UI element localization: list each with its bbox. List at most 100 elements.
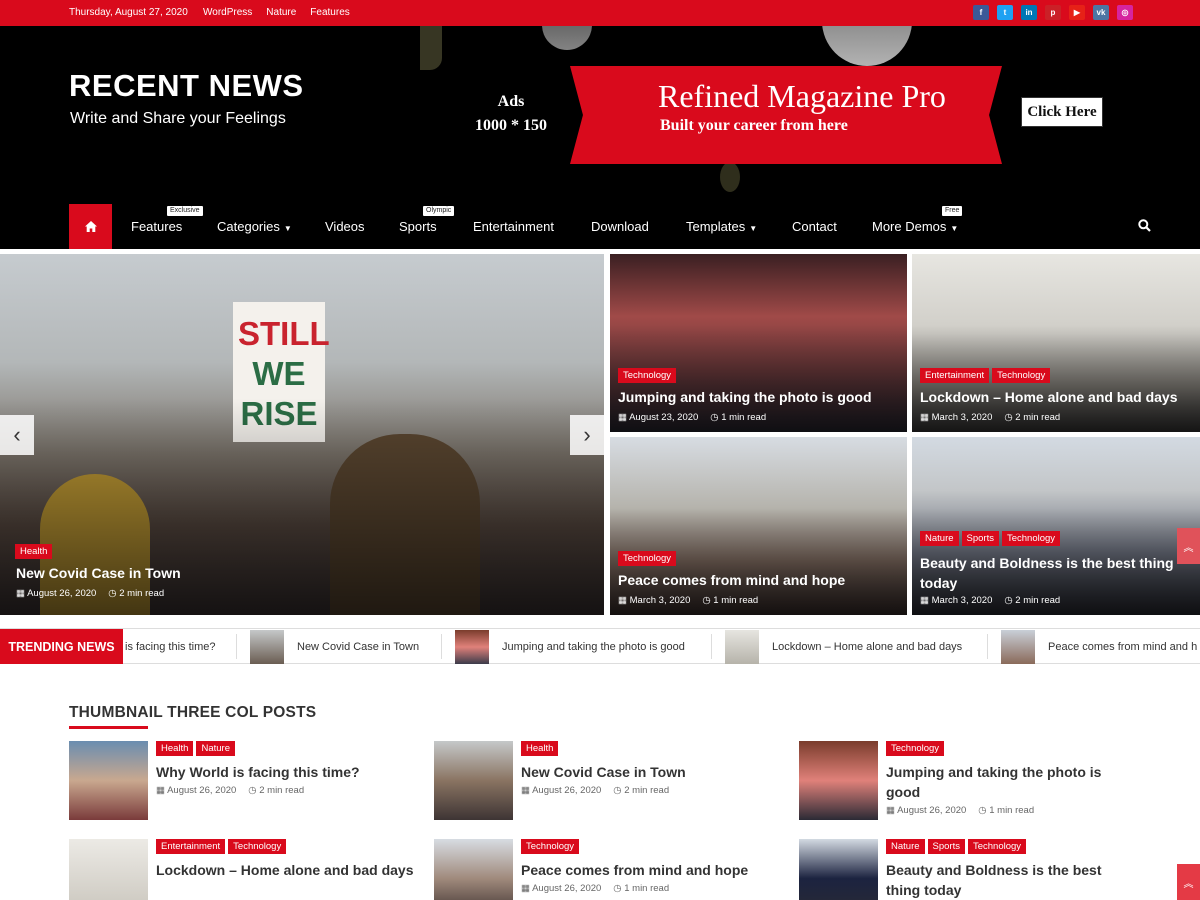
clock-icon: ◷ 2 min read <box>1004 595 1061 606</box>
pinterest-icon[interactable]: p <box>1045 5 1061 20</box>
nav-item-label: Entertainment <box>473 219 554 234</box>
trending-item[interactable]: Lockdown – Home alone and bad days <box>725 629 962 664</box>
instagram-icon[interactable]: ◎ <box>1117 5 1133 20</box>
hero-tile[interactable]: Entertainment Technology Lockdown – Home … <box>912 254 1200 432</box>
category-badge[interactable]: Nature <box>886 839 925 854</box>
top-link-features[interactable]: Features <box>310 7 349 18</box>
site-title[interactable]: RECENT NEWS <box>69 68 304 104</box>
post-card: Technology Jumping and taking the photo … <box>799 741 1129 841</box>
clock-icon: ◷ 1 min read <box>978 805 1035 816</box>
read-time: 2 min read <box>1015 412 1061 423</box>
category-badge[interactable]: Technology <box>967 839 1027 854</box>
post-date: March 3, 2020 <box>629 595 691 606</box>
category-badge[interactable]: Nature <box>196 741 235 756</box>
top-link-nature[interactable]: Nature <box>266 7 296 18</box>
hero-tile[interactable]: Technology Jumping and taking the photo … <box>610 254 907 432</box>
post-categories: Nature Sports Technology <box>886 839 1027 854</box>
nav-item-categories[interactable]: Categories ▼ <box>217 219 292 234</box>
post-thumbnail[interactable] <box>69 839 148 900</box>
home-button[interactable] <box>69 204 112 249</box>
nav-item-templates[interactable]: Templates ▼ <box>686 219 757 234</box>
category-badge[interactable]: Health <box>156 741 194 756</box>
post-title[interactable]: Jumping and taking the photo is good <box>886 762 1111 802</box>
category-badge[interactable]: Technology <box>886 741 945 756</box>
calendar-icon: ▦ August 26, 2020 <box>16 588 97 599</box>
youtube-icon[interactable]: ▶ <box>1069 5 1085 20</box>
hero-tile[interactable]: Nature Sports Technology Beauty and Boldne… <box>912 437 1200 615</box>
divider <box>441 634 442 659</box>
category-badge[interactable]: Health <box>521 741 559 756</box>
clock-icon: ◷ 2 min read <box>248 785 305 796</box>
category-badge[interactable]: Technology <box>228 839 287 854</box>
trending-label: TRENDING NEWS <box>0 629 123 664</box>
post-thumbnail[interactable] <box>434 741 513 820</box>
site-header: RECENT NEWS Write and Share your Feeling… <box>0 26 1200 204</box>
nav-item-features[interactable]: Features Exclusive <box>131 206 203 234</box>
hero-tile-title[interactable]: Beauty and Boldness is the best thing to… <box>920 553 1192 593</box>
post-title[interactable]: Lockdown – Home alone and bad days <box>156 860 416 880</box>
vk-icon[interactable]: vk <box>1093 5 1109 20</box>
category-badge[interactable]: Entertainment <box>156 839 226 854</box>
post-title[interactable]: New Covid Case in Town <box>521 762 781 782</box>
category-badge[interactable]: Health <box>15 544 53 559</box>
calendar-icon: ▦ August 26, 2020 <box>521 883 602 894</box>
hero-tile[interactable]: Technology Peace comes from mind and hop… <box>610 437 907 615</box>
post-thumbnail[interactable] <box>434 839 513 900</box>
post-card: Nature Sports Technology Beauty and Boldne… <box>799 839 1129 900</box>
read-time: 2 min read <box>1015 595 1061 606</box>
nav-item-contact[interactable]: Contact <box>792 219 837 234</box>
scroll-up-button[interactable]: ︽ <box>1177 528 1200 564</box>
hero-tile-title[interactable]: Peace comes from mind and hope <box>618 570 899 590</box>
post-thumbnail[interactable] <box>799 741 878 820</box>
linkedin-icon[interactable]: in <box>1021 5 1037 20</box>
hero-tile-title[interactable]: Jumping and taking the photo is good <box>618 387 899 407</box>
hero-main-meta: ▦ August 26, 2020 ◷ 2 min read <box>16 588 164 599</box>
trending-item-title: Lockdown – Home alone and bad days <box>772 640 963 653</box>
clock-icon: ◷ 2 min read <box>108 588 165 599</box>
post-thumbnail[interactable] <box>799 839 878 900</box>
ad-click-button[interactable]: Click Here <box>1021 97 1103 127</box>
clock-icon: ◷ 2 min read <box>613 785 670 796</box>
category-badge[interactable]: Technology <box>521 839 580 854</box>
post-title[interactable]: Peace comes from mind and hope <box>521 860 781 880</box>
nav-item-entertainment[interactable]: Entertainment <box>473 219 554 234</box>
scroll-top-button[interactable]: ︽ <box>1177 864 1200 900</box>
hero-tile-meta: ▦ March 3, 2020 ◷ 2 min read <box>920 595 1060 606</box>
trending-item[interactable]: New Covid Case in Town <box>250 629 419 664</box>
trending-item[interactable]: Peace comes from mind and h <box>1001 629 1197 664</box>
nav-item-download[interactable]: Download <box>591 219 649 234</box>
hero-tile-title[interactable]: Lockdown – Home alone and bad days <box>920 387 1192 407</box>
trending-thumb <box>725 629 759 664</box>
nav-item-videos[interactable]: Videos <box>325 219 365 234</box>
decorative-leaf <box>420 26 442 70</box>
hero-main-title[interactable]: New Covid Case in Town <box>16 563 576 583</box>
hero-main-slide[interactable]: STILLWERISE Health New Covid Case in Tow… <box>0 254 604 615</box>
post-title[interactable]: Beauty and Boldness is the best thing to… <box>886 860 1111 900</box>
post-thumbnail[interactable] <box>69 741 148 820</box>
nav-item-more-demos[interactable]: More Demos ▼ Free <box>872 206 963 234</box>
decorative-bulb <box>822 26 912 66</box>
read-time: 1 min read <box>721 412 767 423</box>
category-badge[interactable]: Nature <box>920 531 959 546</box>
nav-item-sports[interactable]: Sports Olympic <box>399 206 455 234</box>
top-link-wordpress[interactable]: WordPress <box>203 7 252 18</box>
trending-item[interactable]: is facing this time? <box>125 641 215 653</box>
slider-next-button[interactable]: › <box>570 415 604 455</box>
trending-item[interactable]: Jumping and taking the photo is good <box>455 629 685 664</box>
category-badge[interactable]: Technology <box>1001 531 1061 546</box>
category-badge[interactable]: Sports <box>927 839 965 854</box>
ad-size-label: Ads 1000 * 150 <box>470 90 552 138</box>
top-links: WordPress Nature Features <box>203 7 350 18</box>
twitter-icon[interactable]: t <box>997 5 1013 20</box>
category-badge[interactable]: Entertainment <box>920 368 990 383</box>
category-badge[interactable]: Technology <box>618 551 677 566</box>
category-badge[interactable]: Technology <box>992 368 1051 383</box>
category-badge[interactable]: Sports <box>961 531 999 546</box>
read-time: 1 min read <box>624 883 670 894</box>
category-badge[interactable]: Technology <box>618 368 677 383</box>
slider-prev-button[interactable]: ‹ <box>0 415 34 455</box>
post-title[interactable]: Why World is facing this time? <box>156 762 416 782</box>
search-button[interactable] <box>1138 219 1151 237</box>
post-card: Health New Covid Case in Town ▦ August 2… <box>434 741 764 841</box>
facebook-icon[interactable]: f <box>973 5 989 20</box>
